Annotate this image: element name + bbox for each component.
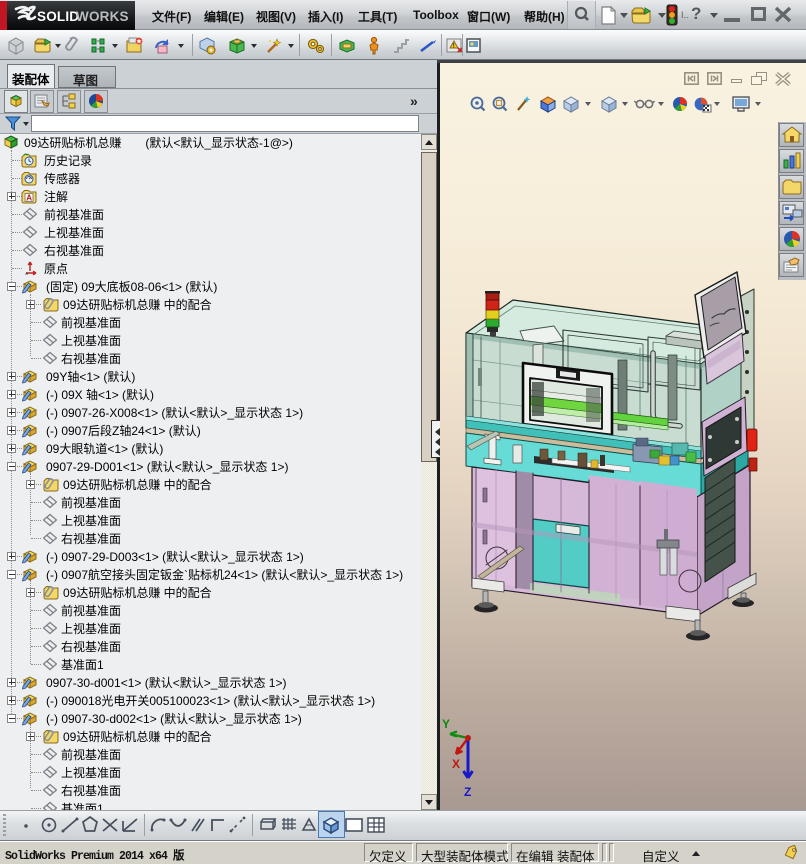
svg-text:Y: Y <box>442 717 450 731</box>
svg-text:WORKS: WORKS <box>76 9 129 24</box>
svg-text:!: ! <box>453 44 455 50</box>
svg-text:A: A <box>26 194 32 203</box>
svg-text:X: X <box>452 757 460 771</box>
svg-text:Z: Z <box>464 785 471 799</box>
svg-text:SOLID: SOLID <box>37 9 79 24</box>
